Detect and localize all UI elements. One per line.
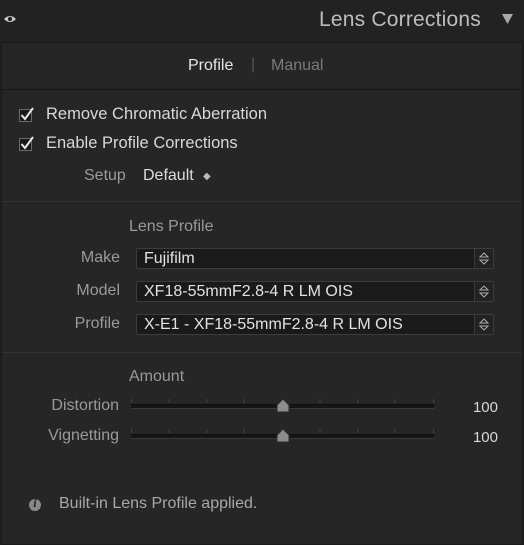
info-icon: i [29, 499, 41, 511]
panel-title: Lens Corrections [319, 8, 481, 31]
vignetting-slider-thumb[interactable] [276, 429, 290, 443]
distortion-slider-thumb[interactable] [276, 399, 290, 413]
setup-dropdown-arrows-icon[interactable]: ◆ [203, 172, 211, 182]
make-select[interactable]: Fujifilm [136, 248, 494, 269]
model-label: Model [76, 282, 120, 299]
divider [2, 201, 522, 202]
info-message: Built-in Lens Profile applied. [59, 495, 258, 512]
distortion-value[interactable]: 100 [473, 399, 498, 416]
up-down-arrows-icon [479, 318, 489, 331]
collapse-triangle-icon[interactable] [502, 14, 513, 24]
model-value: XF18-55mmF2.8-4 R LM OIS [144, 283, 353, 300]
vignetting-label: Vignetting [48, 427, 119, 444]
lens-corrections-panel: Profile | Manual Remove Chromatic Aberra… [1, 42, 523, 545]
enable-profile-corrections-label: Enable Profile Corrections [46, 134, 238, 152]
make-label: Make [80, 249, 120, 266]
profile-select[interactable]: X-E1 - XF18-55mmF2.8-4 R LM OIS [136, 314, 494, 335]
amount-title: Amount [129, 368, 185, 385]
profile-stepper[interactable] [474, 315, 493, 334]
setup-label: Setup [84, 167, 126, 184]
tab-manual[interactable]: Manual [271, 57, 323, 75]
eye-icon[interactable] [3, 14, 17, 24]
setup-dropdown[interactable]: Default [143, 167, 194, 185]
profile-value: X-E1 - XF18-55mmF2.8-4 R LM OIS [144, 316, 403, 333]
divider [2, 352, 522, 353]
model-select[interactable]: XF18-55mmF2.8-4 R LM OIS [136, 281, 494, 302]
up-down-arrows-icon [479, 252, 489, 265]
lens-profile-title: Lens Profile [129, 218, 214, 235]
tab-separator: | [251, 56, 256, 73]
up-down-arrows-icon [479, 285, 489, 298]
enable-profile-corrections-checkbox[interactable] [19, 136, 34, 151]
tabs-row: Profile | Manual [2, 43, 522, 90]
tab-profile[interactable]: Profile [188, 57, 233, 75]
model-stepper[interactable] [474, 282, 493, 301]
make-value: Fujifilm [144, 250, 195, 267]
remove-chromatic-aberration-checkbox[interactable] [19, 107, 34, 122]
make-stepper[interactable] [474, 249, 493, 268]
remove-chromatic-aberration-label: Remove Chromatic Aberration [46, 105, 268, 123]
panel-header[interactable]: Lens Corrections [0, 0, 524, 42]
vignetting-value[interactable]: 100 [473, 429, 498, 446]
profile-label: Profile [74, 315, 120, 332]
distortion-label: Distortion [51, 397, 119, 414]
